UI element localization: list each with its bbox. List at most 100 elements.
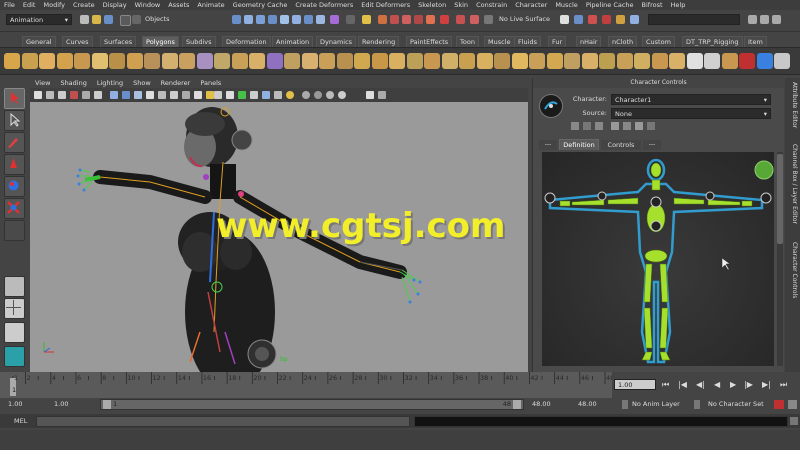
selection-mode-field[interactable]: Objects	[142, 14, 224, 25]
separate-icon[interactable]	[231, 53, 248, 69]
step-forward-frame-icon[interactable]: |▶	[744, 380, 753, 389]
lasso-tool-icon[interactable]	[4, 110, 25, 131]
single-perspective-layout-icon[interactable]	[4, 276, 25, 297]
select-joint-icon[interactable]	[244, 15, 253, 24]
bridge-icon[interactable]	[564, 53, 580, 69]
poly-pyramid-icon[interactable]	[126, 53, 143, 69]
menu-item-file[interactable]: File	[0, 0, 19, 10]
gate-mask-icon[interactable]	[286, 91, 294, 99]
textured-icon[interactable]	[146, 91, 154, 99]
go-to-end-icon[interactable]: ⏭	[780, 380, 787, 390]
camera-attributes-icon[interactable]	[46, 91, 54, 99]
snap-grid-icon[interactable]	[378, 15, 387, 24]
panel-menu-icon[interactable]	[378, 91, 386, 99]
poly-soccer-ball-icon[interactable]	[179, 53, 195, 69]
booleans-icon[interactable]	[266, 53, 283, 69]
menu-item-window[interactable]: Window	[131, 0, 165, 10]
resolution-gate-icon[interactable]	[314, 91, 322, 99]
spherical-mapping-icon[interactable]	[774, 53, 790, 69]
insert-edge-loop-icon[interactable]	[476, 53, 493, 69]
select-curve-icon[interactable]	[256, 15, 265, 24]
poly-pipe-icon[interactable]	[144, 53, 160, 69]
tab-controls[interactable]: Controls	[601, 140, 641, 150]
menu-item-help[interactable]: Help	[667, 0, 690, 10]
select-hierarchy-icon[interactable]	[120, 15, 131, 26]
fill-hole-icon[interactable]	[389, 53, 405, 69]
wedge-icon[interactable]	[599, 53, 615, 69]
four-view-layout-icon[interactable]	[4, 298, 25, 319]
create-polygon-icon[interactable]	[424, 53, 440, 69]
delete-edge-icon[interactable]	[686, 53, 703, 69]
select-misc-icon[interactable]	[316, 15, 325, 24]
render-icon[interactable]	[456, 15, 465, 24]
smooth-icon[interactable]	[284, 53, 300, 69]
quadrangulate-icon[interactable]	[371, 53, 388, 69]
cleanup-icon[interactable]	[336, 53, 353, 69]
playback-end-field[interactable]: 48.00	[532, 399, 572, 410]
merge-icon[interactable]	[634, 53, 650, 69]
pin-all-icon[interactable]	[635, 122, 643, 130]
poly-plane-icon[interactable]	[74, 53, 90, 69]
rotate-tool-icon[interactable]	[4, 176, 25, 197]
shadows-icon[interactable]	[170, 91, 178, 99]
live-surface-field[interactable]: No Live Surface	[496, 14, 558, 25]
xray-icon[interactable]	[226, 91, 234, 99]
safe-title-icon[interactable]	[338, 91, 346, 99]
xray-joints-icon[interactable]	[238, 91, 246, 99]
pin-rotate-icon[interactable]	[623, 122, 631, 130]
smooth-shade-icon[interactable]	[122, 91, 130, 99]
cylindrical-mapping-icon[interactable]	[756, 53, 773, 69]
menu-item-bifrost[interactable]: Bifrost	[638, 0, 667, 10]
step-back-frame-icon[interactable]: ◀|	[696, 380, 705, 389]
xray-components-icon[interactable]	[250, 91, 258, 99]
menu-item-create[interactable]: Create	[69, 0, 99, 10]
poly-cone-icon[interactable]	[56, 53, 73, 69]
select-component-icon[interactable]	[132, 15, 141, 24]
make-live-icon[interactable]	[426, 15, 435, 24]
magnet-icon[interactable]	[484, 15, 493, 24]
unpin-icon[interactable]	[647, 122, 655, 130]
menu-item-assets[interactable]: Assets	[164, 0, 193, 10]
step-forward-key-icon[interactable]: ▶|	[762, 380, 771, 389]
menu-item-display[interactable]: Display	[99, 0, 131, 10]
time-slider[interactable]: 1 2 4 6 8 10 12 14 16 18 20 22 24 26 28 30 32 34 36 38 40 42 4…	[0, 372, 614, 398]
menu-item-edit[interactable]: Edit	[19, 0, 40, 10]
ipr-icon[interactable]	[602, 15, 611, 24]
full-body-icon[interactable]	[571, 122, 579, 130]
show-manipulator-icon[interactable]	[4, 220, 25, 241]
poly-sphere-icon[interactable]	[4, 53, 20, 69]
grease-pencil-icon[interactable]	[82, 91, 90, 99]
step-back-key-icon[interactable]: |◀	[678, 380, 687, 389]
average-vertices-icon[interactable]	[301, 53, 318, 69]
panel-scrollbar[interactable]	[777, 152, 783, 366]
triangulate-icon[interactable]	[354, 53, 370, 69]
mel-input[interactable]	[36, 416, 410, 427]
safe-action-icon[interactable]	[326, 91, 334, 99]
select-marker-icon[interactable]	[330, 15, 339, 24]
menu-item-character[interactable]: Character	[511, 0, 551, 10]
viewport-renderer-icon[interactable]	[366, 91, 374, 99]
bookmarks-icon[interactable]	[58, 91, 66, 99]
extract-icon[interactable]	[249, 53, 265, 69]
range-start-handle[interactable]	[103, 400, 111, 409]
menu-item-modify[interactable]: Modify	[39, 0, 69, 10]
paint-select-tool-icon[interactable]	[4, 132, 25, 153]
menu-set-dropdown[interactable]: Animation ▾	[6, 14, 72, 25]
select-dynamics-icon[interactable]	[292, 15, 301, 24]
select-deform-icon[interactable]	[280, 15, 289, 24]
offset-edge-loop-icon[interactable]	[494, 53, 510, 69]
backface-culling-icon[interactable]	[262, 91, 270, 99]
auto-key-icon[interactable]	[774, 400, 784, 409]
start-time-field[interactable]: 1.00	[8, 399, 48, 410]
bevel-icon[interactable]	[529, 53, 545, 69]
menu-item-skin[interactable]: Skin	[450, 0, 472, 10]
viewport-menu-shading[interactable]: Shading	[55, 78, 91, 88]
quick-select-field[interactable]	[648, 14, 740, 25]
viewport-menu-show[interactable]: Show	[128, 78, 156, 88]
viewport-menu-panels[interactable]: Panels	[195, 78, 226, 88]
move-tool-icon[interactable]	[4, 154, 25, 175]
ambient-occlusion-icon[interactable]	[182, 91, 190, 99]
viewport-menu-view[interactable]: View	[30, 78, 55, 88]
use-all-lights-icon[interactable]	[158, 91, 166, 99]
sidebar-toggle-icon[interactable]	[748, 15, 757, 24]
